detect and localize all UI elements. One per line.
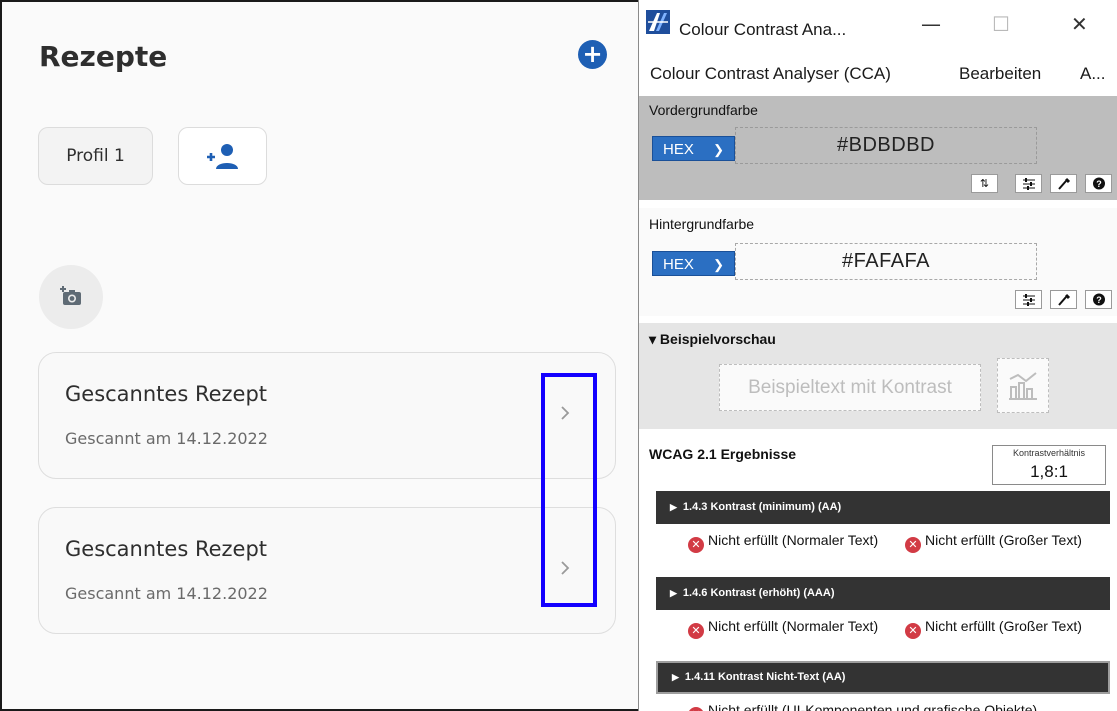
window-title: Colour Contrast Ana... — [679, 20, 847, 39]
background-hex-input[interactable]: #FAFAFA — [735, 243, 1037, 280]
foreground-sliders-button[interactable] — [1015, 174, 1042, 193]
format-value: HEX — [663, 256, 694, 273]
fail-icon: ✕ — [688, 537, 704, 553]
criterion-1-4-6[interactable]: ▶ 1.4.6 Kontrast (erhöht) (AAA) — [656, 577, 1110, 610]
add-recipe-button[interactable]: + — [578, 40, 607, 69]
help-icon: ? — [1093, 293, 1105, 306]
result-large-text: ✕ Nicht erfüllt (Großer Text) — [905, 533, 1115, 553]
fail-icon: ✕ — [905, 623, 921, 639]
recipe-card[interactable]: Gescanntes Rezept Gescannt am 14.12.2022 — [38, 352, 616, 479]
collapsed-triangle-icon: ▶ — [672, 672, 679, 682]
foreground-section: Vordergrundfarbe HEX ❯ #BDBDBD ⇅ ? — [639, 96, 1117, 200]
sample-text: Beispieltext mit Kontrast — [719, 364, 981, 411]
title-bar: Colour Contrast Ana... — ☐ ✕ — [639, 0, 1117, 50]
foreground-format-select[interactable]: HEX ❯ — [652, 136, 735, 161]
foreground-label: Vordergrundfarbe — [649, 102, 758, 118]
person-add-icon — [207, 144, 238, 169]
contrast-ratio-value: 1,8:1 — [1030, 462, 1068, 481]
result-large-text: ✕ Nicht erfüllt (Großer Text) — [905, 619, 1115, 639]
preview-label: Beispielvorschau — [659, 331, 776, 347]
focus-highlight — [541, 373, 597, 607]
fail-icon: ✕ — [905, 537, 921, 553]
result-non-text: ✕ Nicht erfüllt (UI-Komponenten und grafi… — [688, 703, 1117, 711]
criterion-1-4-11[interactable]: ▶ 1.4.11 Kontrast Nicht-Text (AA) — [656, 661, 1110, 694]
menu-item-cca[interactable]: Colour Contrast Analyser (CCA) — [650, 64, 891, 84]
add-photo-icon — [60, 286, 81, 305]
expanded-triangle-icon: ▾ — [649, 331, 657, 347]
result-text: Nicht erfüllt (Normaler Text) — [708, 618, 879, 634]
menu-item-more[interactable]: A... — [1080, 64, 1106, 84]
result-text: Nicht erfüllt (Normaler Text) — [708, 532, 879, 548]
chevron-down-icon: ❯ — [713, 142, 724, 157]
contrast-ratio-label: Kontrastverhältnis — [1012, 448, 1086, 458]
criterion-label: 1.4.6 Kontrast (erhöht) (AAA) — [682, 587, 835, 599]
sample-graphic — [997, 358, 1049, 413]
fail-icon: ✕ — [688, 623, 704, 639]
colour-contrast-analyser-window: Colour Contrast Ana... — ☐ ✕ Colour Cont… — [638, 0, 1117, 711]
preview-toggle[interactable]: ▾ Beispielvorschau — [649, 331, 776, 348]
help-icon: ? — [1093, 177, 1105, 190]
swap-colors-button[interactable]: ⇅ — [971, 174, 998, 193]
chart-sample-icon — [1009, 372, 1037, 400]
add-photo-button[interactable] — [39, 265, 103, 329]
menu-bar: Colour Contrast Analyser (CCA) Bearbeite… — [639, 55, 1117, 95]
result-normal-text: ✕ Nicht erfüllt (Normaler Text) — [688, 619, 908, 639]
sliders-icon — [1023, 178, 1035, 190]
format-value: HEX — [663, 141, 694, 158]
contrast-ratio-box: Kontrastverhältnis 1,8:1 — [992, 445, 1106, 485]
chevron-down-icon: ❯ — [713, 257, 724, 272]
maximize-button[interactable]: ☐ — [992, 12, 1010, 36]
foreground-help-button[interactable]: ? — [1085, 174, 1112, 193]
collapsed-triangle-icon: ▶ — [670, 502, 677, 512]
page-title: Rezepte — [39, 40, 168, 73]
recipes-app: Rezepte + Profil 1 Gescanntes Rezept Ges… — [0, 0, 638, 711]
recipe-date: Gescannt am 14.12.2022 — [65, 429, 268, 448]
menu-item-edit[interactable]: Bearbeiten — [959, 64, 1041, 84]
results-title: WCAG 2.1 Ergebnisse — [649, 446, 797, 462]
result-text: Nicht erfüllt (UI-Komponenten und grafis… — [708, 702, 1038, 711]
criterion-label: 1.4.11 Kontrast Nicht-Text (AA) — [684, 671, 846, 683]
result-normal-text: ✕ Nicht erfüllt (Normaler Text) — [688, 533, 908, 553]
eyedropper-icon — [1058, 293, 1071, 306]
background-sliders-button[interactable] — [1015, 290, 1042, 309]
add-profile-button[interactable] — [178, 127, 267, 185]
swap-icon: ⇅ — [979, 177, 990, 190]
background-format-select[interactable]: HEX ❯ — [652, 251, 735, 276]
recipe-title: Gescanntes Rezept — [65, 537, 268, 561]
criterion-1-4-3[interactable]: ▶ 1.4.3 Kontrast (minimum) (AA) — [656, 491, 1110, 524]
result-text: Nicht erfüllt (Großer Text) — [925, 618, 1082, 634]
criterion-label: 1.4.3 Kontrast (minimum) (AA) — [682, 501, 842, 513]
background-eyedropper-button[interactable] — [1050, 290, 1077, 309]
recipe-date: Gescannt am 14.12.2022 — [65, 584, 268, 603]
foreground-eyedropper-button[interactable] — [1050, 174, 1077, 193]
minimize-button[interactable]: — — [921, 12, 941, 36]
recipe-title: Gescanntes Rezept — [65, 382, 268, 406]
background-label: Hintergrundfarbe — [649, 216, 755, 232]
background-section: Hintergrundfarbe HEX ❯ #FAFAFA ? — [639, 208, 1117, 316]
fail-icon: ✕ — [688, 707, 704, 711]
close-button[interactable]: ✕ — [1071, 12, 1088, 36]
recipe-card[interactable]: Gescanntes Rezept Gescannt am 14.12.2022 — [38, 507, 616, 634]
sliders-icon — [1023, 294, 1035, 306]
eyedropper-icon — [1058, 177, 1071, 190]
result-text: Nicht erfüllt (Großer Text) — [925, 532, 1082, 548]
preview-section: ▾ Beispielvorschau Beispieltext mit Kont… — [639, 323, 1117, 429]
foreground-hex-input[interactable]: #BDBDBD — [735, 127, 1037, 164]
svg-text:?: ? — [1096, 295, 1102, 305]
app-logo-icon — [646, 10, 670, 34]
svg-text:?: ? — [1096, 179, 1102, 189]
profile-button[interactable]: Profil 1 — [38, 127, 153, 185]
collapsed-triangle-icon: ▶ — [670, 588, 677, 598]
background-help-button[interactable]: ? — [1085, 290, 1112, 309]
